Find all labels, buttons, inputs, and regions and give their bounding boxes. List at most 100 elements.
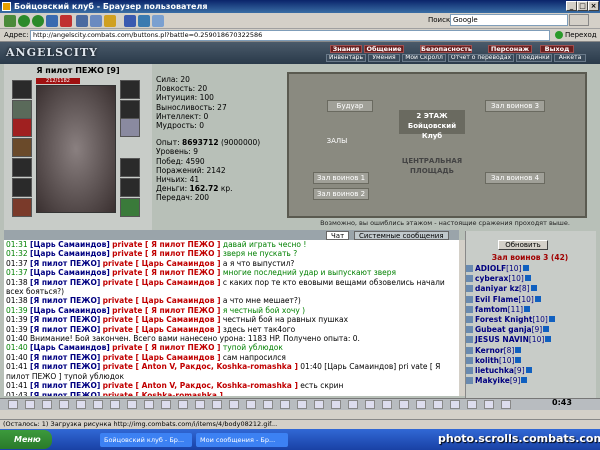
toolbar-action-icon[interactable] [76,400,86,409]
boots-slot-icon[interactable] [120,178,140,197]
toolbar-action-icon[interactable] [331,400,341,409]
toolbar-action-icon[interactable] [467,400,477,409]
toolbar-action-icon[interactable] [93,400,103,409]
task-fight-club[interactable]: Бойцовский клуб - Бр... [100,433,192,447]
toolbar-action-icon[interactable] [195,400,205,409]
online-user-name[interactable]: daniyar kz [475,284,519,293]
gloves-slot-icon[interactable] [12,198,32,217]
window-icon[interactable] [90,15,102,27]
chat-nick[interactable]: [Я пилот ПЕЖО] [30,259,100,268]
nav-exit[interactable]: Выход [540,45,574,53]
toolbar-action-icon[interactable] [212,400,222,409]
online-user[interactable]: Forest Knight[10] [466,315,594,325]
chat-nick[interactable]: [Царь Самаиндов] [30,306,110,315]
online-user-name[interactable]: Kernor [475,346,504,355]
toolbar-action-icon[interactable] [246,400,256,409]
pants-slot-icon[interactable] [120,158,140,177]
online-user[interactable]: ADIOLF[10] [466,264,594,274]
room-warriors-2[interactable]: Зал воинов 2 [313,188,369,200]
online-user-name[interactable]: kolith [475,356,499,365]
forward-icon[interactable] [32,15,44,27]
close-button[interactable]: × [588,1,599,11]
toolbar-action-icon[interactable] [110,400,120,409]
info-icon[interactable] [524,275,531,282]
online-user-name[interactable]: Forest Knight [475,315,532,324]
nav-skills[interactable]: Умения [368,54,400,62]
tab-chat[interactable]: Чат [326,231,350,240]
online-user[interactable]: JESUS NAVIN[10] [466,335,594,345]
chat-nick[interactable]: [Я пилот ПЕЖО] [30,381,100,390]
maximize-button[interactable]: □ [577,1,588,11]
nav-my-scroll[interactable]: Мой Скролл [402,54,446,62]
amulet-slot-icon[interactable] [12,100,32,119]
save-icon[interactable] [138,15,150,27]
online-user[interactable]: Evil Flame[10] [466,295,594,305]
toolbar-action-icon[interactable] [501,400,511,409]
room-warriors-1[interactable]: Зал воинов 1 [313,172,369,184]
chat-nick[interactable]: [Я пилот ПЕЖО] [30,296,100,305]
toolbar-action-icon[interactable] [433,400,443,409]
search-go-button[interactable] [569,14,589,26]
shield-slot-icon[interactable] [120,118,140,137]
online-user[interactable]: daniyar kz[8] [466,284,594,294]
info-icon[interactable] [530,285,537,292]
info-icon[interactable] [522,265,529,271]
room-fight-club[interactable]: 2 ЭТАЖ Бойцовский Клуб [399,110,465,140]
info-icon[interactable] [543,326,550,333]
toolbar-action-icon[interactable] [25,400,35,409]
toolbar-action-icon[interactable] [59,400,69,409]
info-icon[interactable] [524,305,531,312]
map-central-plaza[interactable]: ЦЕНТРАЛЬНАЯ ПЛОЩАДЬ [389,156,475,178]
online-user-name[interactable]: Gubeat ganja [475,325,532,334]
online-user[interactable]: lietuchka[9] [466,366,594,376]
chat-nick[interactable]: [Я пилот ПЕЖО] [30,362,100,371]
toolbar-action-icon[interactable] [382,400,392,409]
room-warriors-3[interactable]: Зал воинов 3 [485,100,545,112]
online-user[interactable]: Kernor[8] [466,346,594,356]
settings-icon[interactable] [124,15,136,27]
nav-knowledge[interactable]: Знания [330,45,362,53]
weapon-slot-icon[interactable] [12,138,32,157]
online-user[interactable]: cyberax[10] [466,274,594,284]
nav-inventory[interactable]: Инвентарь [326,54,366,62]
helmet-slot-icon[interactable] [12,80,32,99]
nav-profile[interactable]: Анкета [554,54,586,62]
refresh-icon[interactable] [46,15,58,27]
nav-communication[interactable]: Общение [364,45,404,53]
print-icon[interactable] [76,15,88,27]
refresh-button[interactable]: Обновить [498,240,548,250]
chat-nick[interactable]: [Я пилот ПЕЖО] [30,391,100,397]
task-my-messages[interactable]: Мои сообщения - Бр... [196,433,288,447]
stop-icon[interactable] [60,15,72,27]
toolbar-action-icon[interactable] [263,400,273,409]
go-button[interactable]: Переход [555,30,597,41]
online-user-name[interactable]: lietuchka [475,366,514,375]
home-icon[interactable] [4,15,16,27]
nav-security[interactable]: Безопасность [420,45,472,53]
toolbar-action-icon[interactable] [178,400,188,409]
start-button[interactable]: Меню [0,430,52,449]
back-icon[interactable] [18,15,30,27]
toolbar-action-icon[interactable] [484,400,494,409]
chat-nick[interactable]: [Царь Самаиндов] [30,240,110,249]
info-icon[interactable] [521,377,528,384]
toolbar-action-icon[interactable] [314,400,324,409]
toolbar-action-icon[interactable] [229,400,239,409]
info-icon[interactable] [515,356,522,363]
toolbar-action-icon[interactable] [416,400,426,409]
chat-nick[interactable]: [Я пилот ПЕЖО] [30,353,100,362]
online-user-name[interactable]: cyberax [475,274,508,283]
toolbar-action-icon[interactable] [399,400,409,409]
nav-transfers-report[interactable]: Отчет о переводах [448,54,514,62]
toolbar-action-icon[interactable] [365,400,375,409]
chat-nick[interactable]: [Царь Самаиндов] [30,343,110,352]
earring-slot-icon[interactable] [120,80,140,99]
online-user-name[interactable]: JESUS NAVIN [475,335,529,344]
online-user-name[interactable]: Makyike [475,376,510,385]
chat-nick[interactable]: [Я пилот ПЕЖО] [30,325,100,334]
toolbar-action-icon[interactable] [348,400,358,409]
nav-character[interactable]: Персонаж [488,45,532,53]
tab-system-messages[interactable]: Системные сообщения [354,231,449,240]
toolbar-action-icon[interactable] [297,400,307,409]
info-icon[interactable] [545,336,552,343]
